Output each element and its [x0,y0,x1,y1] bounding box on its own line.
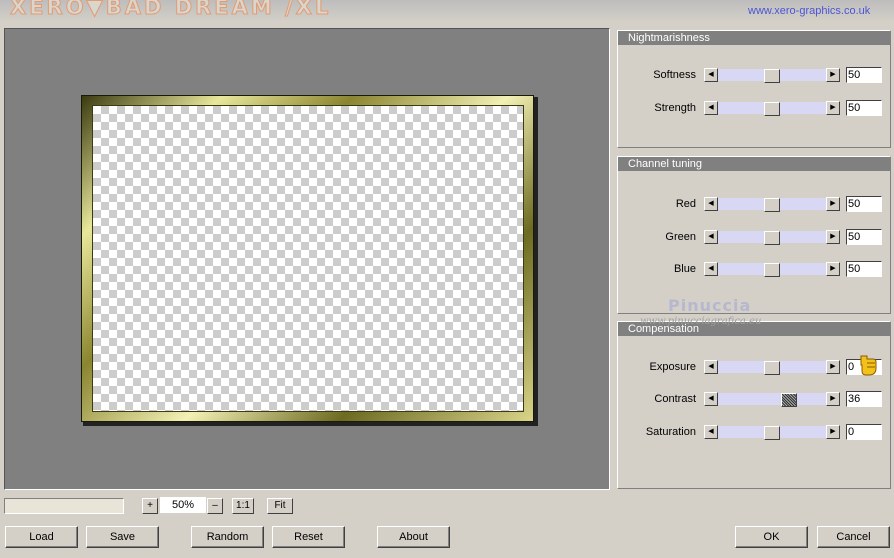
group-channel-tuning: Channel tuning Red ◀ ▶ 50 Green ◀ ▶ 50 B… [617,156,891,314]
slider-track[interactable] [718,198,826,212]
slider-row-softness: Softness ◀ ▶ 50 [618,67,890,84]
arrow-right-icon[interactable]: ▶ [826,101,840,115]
save-button[interactable]: Save [86,526,159,548]
ok-button[interactable]: OK [735,526,808,548]
arrow-right-icon[interactable]: ▶ [826,68,840,82]
pointing-hand-icon [860,355,877,376]
header-banner: XERO▼BAD DREAM /XL www.xero-graphics.co.… [0,0,894,22]
preview-area[interactable] [4,28,610,490]
slider-thumb[interactable] [764,231,780,245]
slider-track[interactable] [718,393,826,407]
slider-thumb[interactable] [764,198,780,212]
saturation-slider[interactable]: ◀ ▶ [704,425,840,440]
group-title: Nightmarishness [618,31,890,45]
slider-track[interactable] [718,69,826,83]
zoom-level: 50% [160,497,206,513]
arrow-left-icon[interactable]: ◀ [704,101,718,115]
group-compensation: Compensation Exposure ◀ ▶ 0 Contrast ◀ ▶… [617,321,891,489]
contrast-slider[interactable]: ◀ ▶ [704,392,840,407]
zoom-fit-button[interactable]: Fit [267,498,293,514]
preview-frame [81,95,534,422]
slider-row-blue: Blue ◀ ▶ 50 [618,261,890,278]
slider-thumb[interactable] [764,102,780,116]
green-slider[interactable]: ◀ ▶ [704,230,840,245]
blue-slider[interactable]: ◀ ▶ [704,262,840,277]
slider-label: Saturation [645,426,696,438]
slider-row-contrast: Contrast ◀ ▶ 36 [618,391,890,408]
slider-track[interactable] [718,361,826,375]
slider-label: Red [675,198,696,210]
slider-label: Contrast [654,393,696,405]
slider-track[interactable] [718,231,826,245]
slider-thumb[interactable] [764,69,780,83]
red-value-field[interactable]: 50 [846,196,882,212]
softness-slider[interactable]: ◀ ▶ [704,68,840,83]
arrow-left-icon[interactable]: ◀ [704,68,718,82]
arrow-right-icon[interactable]: ▶ [826,425,840,439]
arrow-right-icon[interactable]: ▶ [826,197,840,211]
status-field [4,498,124,514]
slider-label: Strength [654,102,696,114]
slider-track[interactable] [718,426,826,440]
random-button[interactable]: Random [191,526,264,548]
slider-thumb[interactable] [764,263,780,277]
saturation-value-field[interactable]: 0 [846,424,882,440]
slider-label: Green [665,231,696,243]
zoom-out-button[interactable]: – [207,498,223,514]
slider-thumb[interactable] [764,426,780,440]
slider-label: Exposure [649,361,696,373]
slider-track[interactable] [718,263,826,277]
arrow-right-icon[interactable]: ▶ [826,360,840,374]
arrow-right-icon[interactable]: ▶ [826,392,840,406]
arrow-left-icon[interactable]: ◀ [704,425,718,439]
reset-button[interactable]: Reset [272,526,345,548]
slider-label: Softness [653,69,696,81]
group-nightmarishness: Nightmarishness Softness ◀ ▶ 50 Strength… [617,30,891,148]
strength-value-field[interactable]: 50 [846,100,882,116]
slider-row-exposure: Exposure ◀ ▶ 0 [618,359,890,376]
arrow-left-icon[interactable]: ◀ [704,262,718,276]
zoom-1-1-button[interactable]: 1:1 [232,498,254,514]
slider-row-green: Green ◀ ▶ 50 [618,229,890,246]
strength-slider[interactable]: ◀ ▶ [704,101,840,116]
slider-row-red: Red ◀ ▶ 50 [618,196,890,213]
red-slider[interactable]: ◀ ▶ [704,197,840,212]
watermark-site: www.pinucciagrafica.eu [640,316,762,327]
zoom-in-button[interactable]: + [142,498,158,514]
slider-thumb[interactable] [764,361,780,375]
about-button[interactable]: About [377,526,450,548]
blue-value-field[interactable]: 50 [846,261,882,277]
arrow-left-icon[interactable]: ◀ [704,230,718,244]
app-title: XERO▼BAD DREAM /XL [9,0,332,20]
green-value-field[interactable]: 50 [846,229,882,245]
exposure-slider[interactable]: ◀ ▶ [704,360,840,375]
group-title: Channel tuning [618,157,890,171]
website-link[interactable]: www.xero-graphics.co.uk [748,5,870,17]
watermark-name: Pinuccia [668,296,752,315]
arrow-left-icon[interactable]: ◀ [704,360,718,374]
slider-row-strength: Strength ◀ ▶ 50 [618,100,890,117]
arrow-right-icon[interactable]: ▶ [826,230,840,244]
load-button[interactable]: Load [5,526,78,548]
slider-row-saturation: Saturation ◀ ▶ 0 [618,424,890,441]
arrow-right-icon[interactable]: ▶ [826,262,840,276]
arrow-left-icon[interactable]: ◀ [704,197,718,211]
arrow-left-icon[interactable]: ◀ [704,392,718,406]
slider-thumb[interactable] [781,393,797,407]
transparent-canvas [92,105,524,412]
contrast-value-field[interactable]: 36 [846,391,882,407]
softness-value-field[interactable]: 50 [846,67,882,83]
slider-label: Blue [673,263,696,275]
cancel-button[interactable]: Cancel [817,526,890,548]
slider-track[interactable] [718,102,826,116]
